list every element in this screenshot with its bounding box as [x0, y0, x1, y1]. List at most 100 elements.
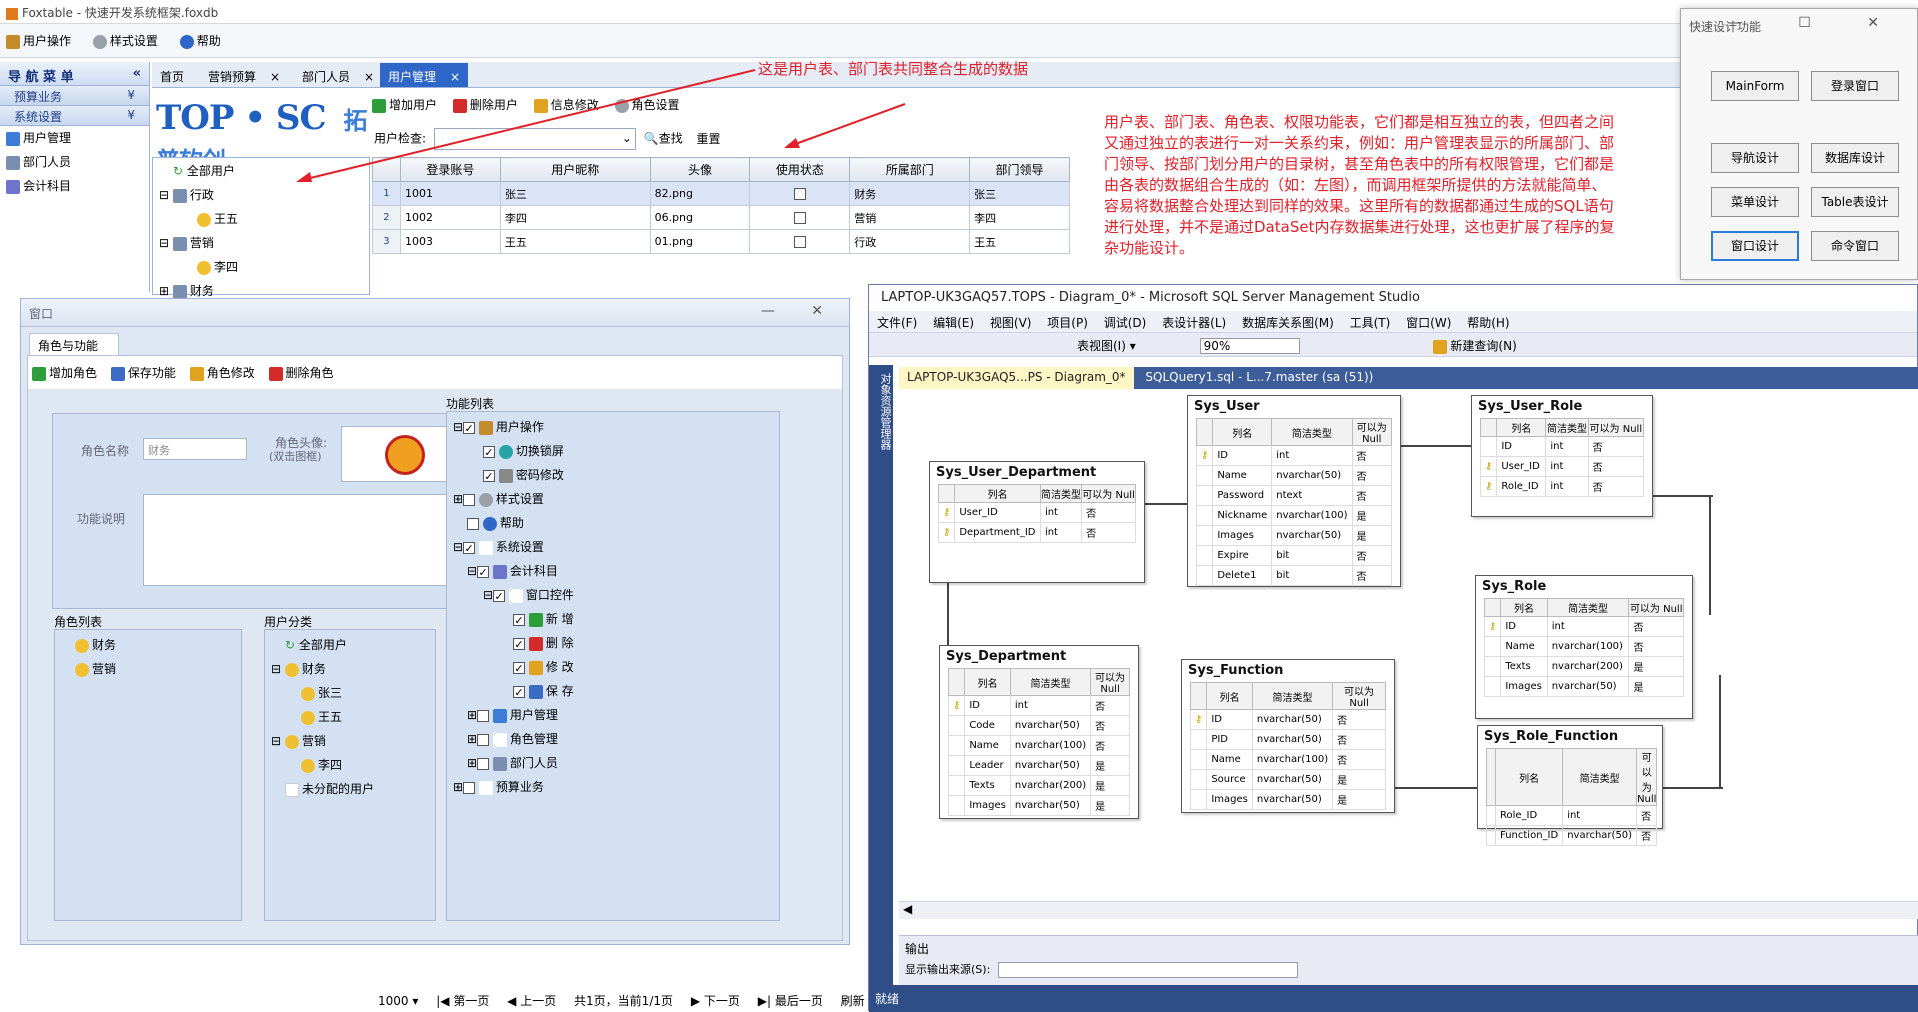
db-table-sys-role[interactable]: Sys_Role 列名 简洁类型 可以为 Null ⚷ ID int 否 Name nvar… [1475, 575, 1693, 719]
next-page-button[interactable]: ▶ 下一页 [691, 994, 740, 1008]
table-row[interactable]: ⚷ Role_ID int 否 [1479, 476, 1645, 497]
command-window-button[interactable]: 命令窗口 [1811, 231, 1899, 261]
scroll-left-icon[interactable]: ◀ [899, 902, 912, 916]
tree-node[interactable]: ⊟ 系统设置 [453, 538, 544, 555]
database-design-button[interactable]: 数据库设计 [1811, 143, 1899, 173]
table-row[interactable]: PID nvarchar(50) 否 [1189, 729, 1386, 750]
table-row[interactable]: Texts nvarchar(200) 是 [1483, 656, 1684, 677]
page-size-select[interactable]: 1000 ▾ [378, 994, 418, 1008]
tree-node[interactable]: ⊞ 用户管理 [467, 706, 558, 723]
last-page-button[interactable]: ▶| 最后一页 [758, 994, 823, 1008]
tree-node[interactable]: ⊟ 用户操作 [453, 418, 544, 435]
table-row[interactable]: Code nvarchar(50) 否 [947, 715, 1130, 736]
menu-design-button[interactable]: 菜单设计 [1711, 187, 1799, 217]
db-table-sys-user[interactable]: Sys_User 列名 简洁类型 可以为 Null ⚷ ID int 否 Name nvar… [1187, 395, 1401, 587]
table-row[interactable]: ID int 否 [1479, 436, 1645, 457]
tree-node[interactable]: 帮助 [467, 514, 524, 531]
menu-file[interactable]: 文件(F) [877, 316, 917, 330]
table-row[interactable]: Function_ID nvarchar(50) 否 [1486, 825, 1658, 846]
table-row[interactable]: ⚷ User_ID int 否 [1479, 456, 1645, 477]
function-checkbox[interactable] [477, 709, 490, 722]
tree-node[interactable]: 密码修改 [483, 466, 564, 483]
tree-node[interactable]: ⊟ 窗口控件 [483, 586, 574, 603]
role-name-input[interactable]: 财务 [143, 438, 247, 460]
tree-node[interactable]: ⊞ 角色管理 [467, 730, 558, 747]
refresh-button[interactable]: 刷新 [841, 994, 865, 1008]
tree-node[interactable]: 张三 [301, 684, 342, 701]
new-query-button[interactable]: 新建查询(N) [1433, 339, 1517, 354]
function-checkbox[interactable] [463, 493, 476, 506]
tab-diagram[interactable]: LAPTOP-UK3GAQ5...PS - Diagram_0* [899, 367, 1134, 389]
menu-view[interactable]: 视图(V) [990, 316, 1032, 330]
table-row[interactable]: Images nvarchar(50) 是 [1195, 525, 1392, 546]
tree-node[interactable]: ⊟ 会计科目 [467, 562, 558, 579]
function-checkbox[interactable] [483, 445, 495, 458]
table-row[interactable]: Delete1 bit 否 [1195, 565, 1392, 586]
tree-node[interactable]: ↻ 全部用户 [285, 636, 347, 653]
table-view-dropdown[interactable]: 表视图(I) ▾ [1077, 339, 1136, 353]
horizontal-scrollbar[interactable]: ◀ [899, 901, 1918, 919]
function-checkbox[interactable] [463, 421, 476, 434]
function-checkbox[interactable] [477, 757, 490, 770]
function-checkbox[interactable] [463, 781, 476, 794]
db-table-sys-user-role[interactable]: Sys_User_Role 列名 简洁类型 可以为 Null ID int 否 ⚷ Use… [1471, 395, 1653, 517]
tree-node[interactable]: ⊟ 财务 [271, 660, 326, 677]
table-row[interactable]: Images nvarchar(50) 是 [1483, 676, 1684, 697]
zoom-select[interactable]: 90% [1199, 338, 1300, 354]
table-row[interactable]: Name nvarchar(100) 否 [947, 735, 1130, 756]
function-checkbox[interactable] [467, 517, 479, 530]
menu-edit[interactable]: 编辑(E) [933, 316, 974, 330]
mainform-button[interactable]: MainForm [1711, 71, 1799, 101]
function-checkbox[interactable] [477, 733, 490, 746]
tab-sql-query[interactable]: SQLQuery1.sql - L...7.master (sa (51)) [1137, 367, 1381, 389]
menu-window[interactable]: 窗口(W) [1406, 316, 1451, 330]
list-item[interactable]: 营销 [75, 660, 116, 677]
nav-design-button[interactable]: 导航设计 [1711, 143, 1799, 173]
table-row[interactable]: Texts nvarchar(200) 是 [947, 775, 1130, 796]
table-row[interactable]: Name nvarchar(100) 否 [1483, 636, 1684, 657]
window-controls[interactable]: — ☐ ✕ [1728, 15, 1905, 31]
table-row[interactable]: ⚷ ID int 否 [947, 695, 1130, 716]
tree-node[interactable]: ⊞ 部门人员 [467, 754, 558, 771]
menu-table-designer[interactable]: 表设计器(L) [1162, 316, 1226, 330]
menu-tools[interactable]: 工具(T) [1350, 316, 1391, 330]
function-checkbox[interactable] [483, 469, 495, 482]
tree-node[interactable]: 王五 [301, 708, 342, 725]
object-explorer-tab[interactable]: 对象资源管理器 [869, 365, 893, 1005]
table-row[interactable]: Leader nvarchar(50) 是 [947, 755, 1130, 776]
first-page-button[interactable]: |◀ 第一页 [436, 994, 489, 1008]
db-table-sys-role-function[interactable]: Sys_Role_Function 列名 简洁类型 可以为 Null Role_ID… [1477, 725, 1663, 846]
table-row[interactable]: Images nvarchar(50) 是 [947, 795, 1130, 816]
add-role-button[interactable]: 增加角色 [32, 366, 97, 381]
window-controls[interactable]: — ✕ [761, 303, 839, 319]
tree-node[interactable]: ⊟ 营销 [271, 732, 326, 749]
tree-node[interactable]: 保 存 [513, 682, 574, 699]
function-checkbox[interactable] [513, 613, 525, 626]
table-row[interactable]: Expire bit 否 [1195, 545, 1392, 566]
table-row[interactable]: Role_ID int 否 [1486, 805, 1658, 826]
tree-node[interactable]: 切换锁屏 [483, 442, 564, 459]
db-table-sys-department[interactable]: Sys_Department 列名 简洁类型 可以为 Null ⚷ ID int 否 Co… [939, 645, 1139, 819]
function-checkbox[interactable] [477, 565, 490, 578]
tree-node[interactable]: 新 增 [513, 610, 574, 627]
tree-node[interactable]: ⊞ 样式设置 [453, 490, 544, 507]
window-design-button[interactable]: 窗口设计 [1711, 231, 1799, 261]
table-row[interactable]: Name nvarchar(100) 否 [1189, 749, 1386, 770]
tree-node[interactable]: 未分配的用户 [285, 780, 374, 797]
save-function-button[interactable]: 保存功能 [110, 366, 176, 381]
description-textarea[interactable] [143, 494, 469, 586]
tab-role-function[interactable]: 角色与功能 [29, 333, 119, 355]
menu-project[interactable]: 项目(P) [1047, 316, 1088, 330]
table-row[interactable]: Password ntext 否 [1195, 485, 1392, 506]
function-checkbox[interactable] [493, 589, 506, 602]
table-row[interactable]: ⚷ ID int 否 [1483, 616, 1684, 637]
login-window-button[interactable]: 登录窗口 [1811, 71, 1899, 101]
tree-node[interactable]: 李四 [301, 756, 342, 773]
table-row[interactable]: ⚷ ID int 否 [1195, 445, 1392, 466]
menu-debug[interactable]: 调试(D) [1104, 316, 1147, 330]
list-item[interactable]: 财务 [75, 636, 116, 653]
menu-help[interactable]: 帮助(H) [1467, 316, 1509, 330]
table-row[interactable]: ⚷ Department_ID int 否 [937, 522, 1136, 543]
delete-role-button[interactable]: 删除角色 [268, 366, 334, 381]
table-row[interactable]: ⚷ ID nvarchar(50) 否 [1189, 709, 1386, 730]
